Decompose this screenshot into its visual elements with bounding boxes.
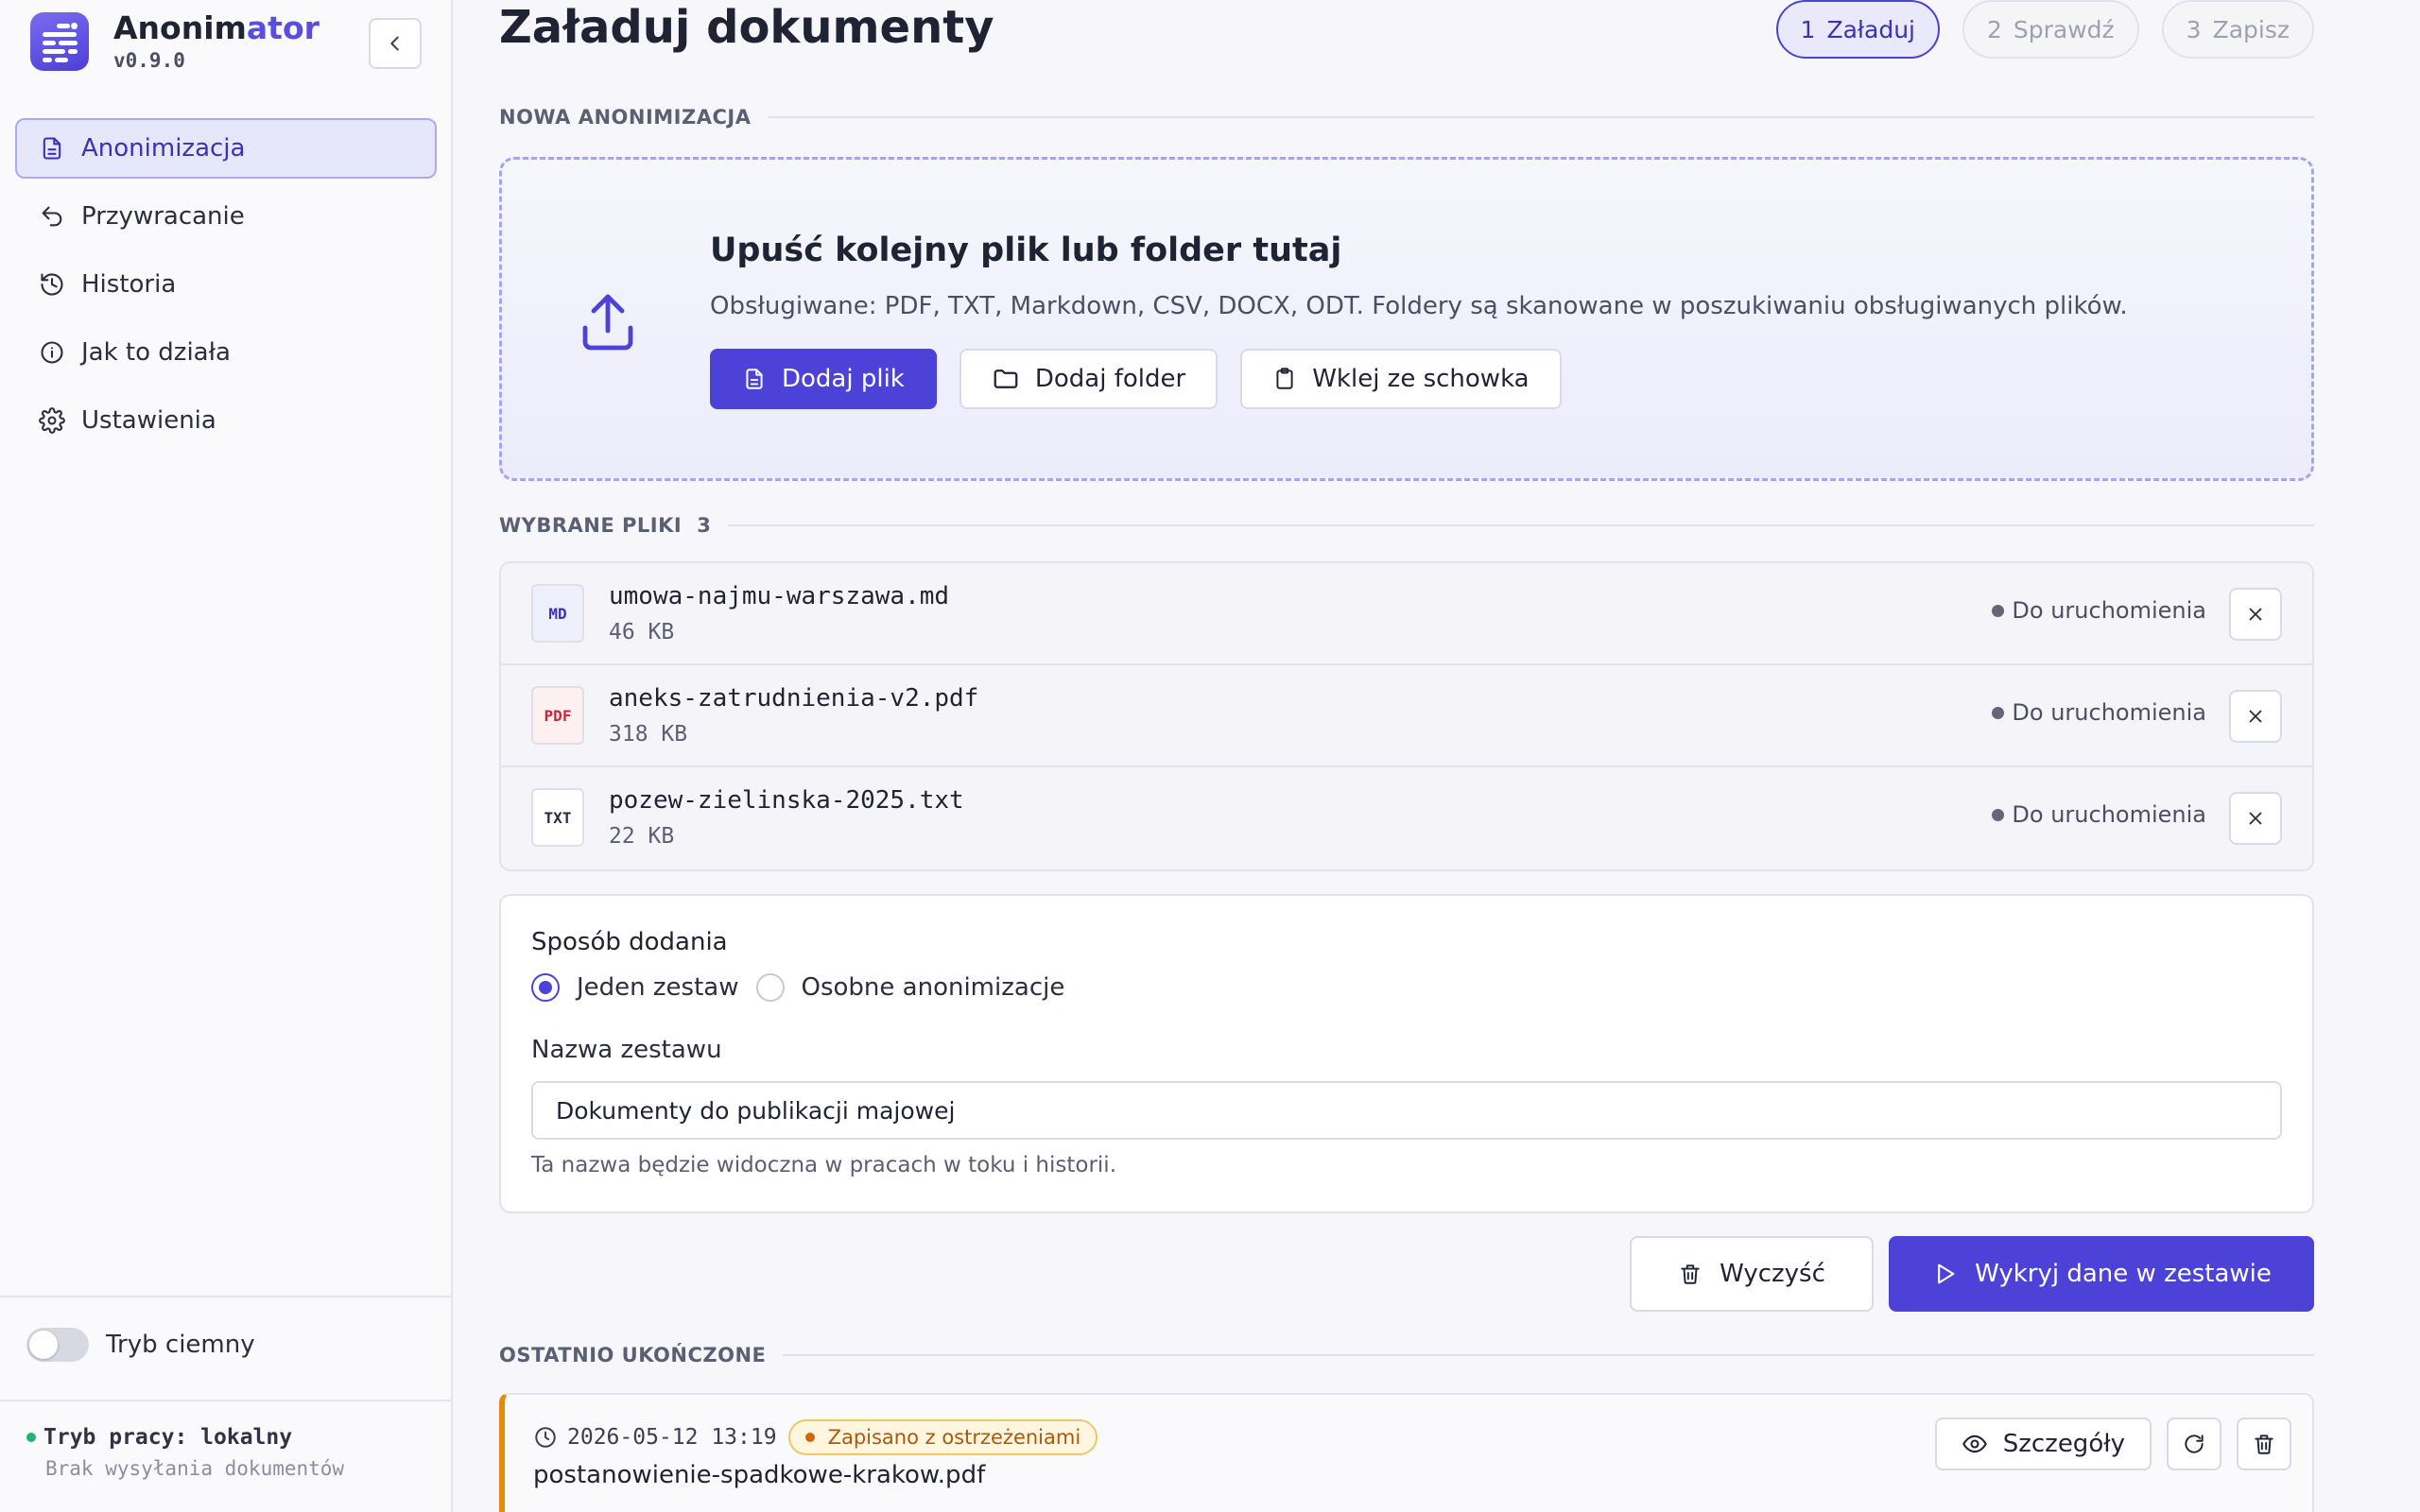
step-sprawdz[interactable]: 2 Sprawdź [1962,0,2139,59]
refresh-icon [2182,1432,2206,1456]
history-icon [36,268,68,301]
drop-zone[interactable]: Upuść kolejny plik lub folder tutaj Obsł… [499,157,2314,481]
folder-icon [992,365,1020,393]
trash-icon [1678,1262,1703,1286]
sidebar-item-przywracanie[interactable]: Przywracanie [15,186,437,247]
clear-button[interactable]: Wyczyść [1630,1236,1874,1312]
batch-name-hint: Ta nazwa będzie widoczna w pracach w tok… [531,1153,1117,1177]
file-row: PDF aneks-zatrudnienia-v2.pdf 318 KB Do … [501,665,2312,767]
detect-data-button[interactable]: Wykryj dane w zestawie [1889,1236,2314,1312]
play-icon [1931,1261,1958,1287]
gear-icon [36,404,68,437]
recent-item: 2026-05-12 13:19 Zapisano z ostrzeżeniam… [499,1393,2314,1512]
status-badge: Zapisano z ostrzeżeniami [787,1419,1098,1455]
details-button[interactable]: Szczegóły [1934,1418,2152,1470]
batch-options: Sposób dodania Jeden zestaw Osobne anoni… [499,894,2314,1213]
add-mode-title: Sposób dodania [531,928,728,956]
step-zapisz[interactable]: 3 Zapisz [2161,0,2314,59]
file-icon [742,367,767,391]
section-header-recent: OSTATNIO UKOŃCZONE [499,1344,2314,1366]
recent-timestamp: 2026-05-12 13:19 [567,1425,777,1450]
app-name: Anonimator [113,9,320,46]
undo-icon [36,200,68,232]
info-icon [36,336,68,369]
drop-subtitle: Obsługiwane: PDF, TXT, Markdown, CSV, DO… [710,292,2128,320]
add-file-button[interactable]: Dodaj plik [710,349,937,409]
close-icon [2245,604,2266,625]
file-list: MD umowa-najmu-warszawa.md 46 KB Do uruc… [499,561,2314,871]
brand: Anonimator v0.9.0 [30,9,320,73]
app-logo [30,12,89,72]
page-title: Załaduj dokumenty [499,1,994,54]
file-name: aneks-zatrudnienia-v2.pdf [609,684,979,713]
sidebar-divider [0,1296,451,1297]
files-count: 3 [697,514,712,537]
file-type-badge: PDF [531,686,584,745]
radio-osobne-anonimizacje[interactable]: Osobne anonimizacje [755,973,1064,1002]
sidebar-item-label: Przywracanie [81,202,245,231]
sidebar-item-anonimizacja[interactable]: Anonimizacja [15,118,437,179]
sidebar-item-label: Anonimizacja [81,134,246,163]
remove-file-button[interactable] [2229,690,2282,743]
clipboard-icon [1272,367,1297,391]
file-name: pozew-zielinska-2025.txt [609,786,964,815]
trash-icon [2252,1432,2276,1456]
upload-icon [574,288,642,356]
file-row: MD umowa-najmu-warszawa.md 46 KB Do uruc… [501,563,2312,665]
dark-mode-row: Tryb ciemny [26,1328,255,1362]
drop-title: Upuść kolejny plik lub folder tutaj [710,232,1342,269]
batch-name-input[interactable] [531,1081,2282,1140]
remove-file-button[interactable] [2229,792,2282,845]
app-version: v0.9.0 [113,49,185,73]
paste-clipboard-button[interactable]: Wklej ze schowka [1240,349,1562,409]
remove-file-button[interactable] [2229,588,2282,641]
file-status: Do uruchomienia [1992,597,2206,624]
sidebar-item-label: Ustawienia [81,406,216,435]
recent-file-name: postanowienie-spadkowe-krakow.pdf [533,1461,986,1489]
file-status: Do uruchomienia [1992,699,2206,726]
sidebar-nav: Anonimizacja Przywracanie Historia Jak t… [15,118,437,458]
document-icon [36,132,68,164]
sidebar-divider [0,1400,451,1401]
work-mode-sub: Brak wysyłania dokumentów [45,1457,345,1480]
collapse-sidebar-button[interactable] [369,18,422,69]
step-zaladuj[interactable]: 1 Załaduj [1775,0,1940,59]
section-header-files: WYBRANE PLIKI 3 [499,514,2314,537]
sidebar-item-historia[interactable]: Historia [15,254,437,315]
batch-name-label: Nazwa zestawu [531,1036,722,1064]
sidebar-item-ustawienia[interactable]: Ustawienia [15,390,437,451]
status-dot [26,1433,36,1442]
clock-icon [533,1425,558,1450]
close-icon [2245,706,2266,727]
close-icon [2245,808,2266,829]
delete-recent-button[interactable] [2237,1418,2291,1470]
file-size: 46 KB [609,620,675,644]
recent-meta: 2026-05-12 13:19 Zapisano z ostrzeżeniam… [533,1419,1098,1455]
sidebar-item-jak-to-dziala[interactable]: Jak to działa [15,322,437,383]
work-mode: Tryb pracy: lokalny Brak wysyłania dokum… [26,1425,344,1480]
file-row: TXT pozew-zielinska-2025.txt 22 KB Do ur… [501,767,2312,869]
file-size: 318 KB [609,722,688,747]
dark-mode-toggle[interactable] [26,1328,89,1362]
file-type-badge: TXT [531,788,584,847]
sidebar-item-label: Historia [81,270,177,299]
file-size: 22 KB [609,824,675,849]
sidebar-item-label: Jak to działa [81,338,231,367]
work-mode-label: Tryb pracy: lokalny [43,1425,293,1450]
add-folder-button[interactable]: Dodaj folder [959,349,1219,409]
dark-mode-label: Tryb ciemny [106,1331,255,1359]
eye-icon [1962,1431,1988,1457]
add-mode-radios: Jeden zestaw Osobne anonimizacje [531,973,1081,1002]
file-name: umowa-najmu-warszawa.md [609,582,950,610]
chevron-left-icon [385,33,406,54]
rerun-button[interactable] [2167,1418,2221,1470]
stepper: 1 Załaduj 2 Sprawdź 3 Zapisz [1754,0,2314,59]
file-status: Do uruchomienia [1992,801,2206,828]
file-type-badge: MD [531,584,584,643]
radio-jeden-zestaw[interactable]: Jeden zestaw [531,973,739,1002]
section-header-new: NOWA ANONIMIZACJA [499,106,2314,129]
sidebar: Anonimator v0.9.0 Anonimizacja Przywraca… [0,0,453,1512]
